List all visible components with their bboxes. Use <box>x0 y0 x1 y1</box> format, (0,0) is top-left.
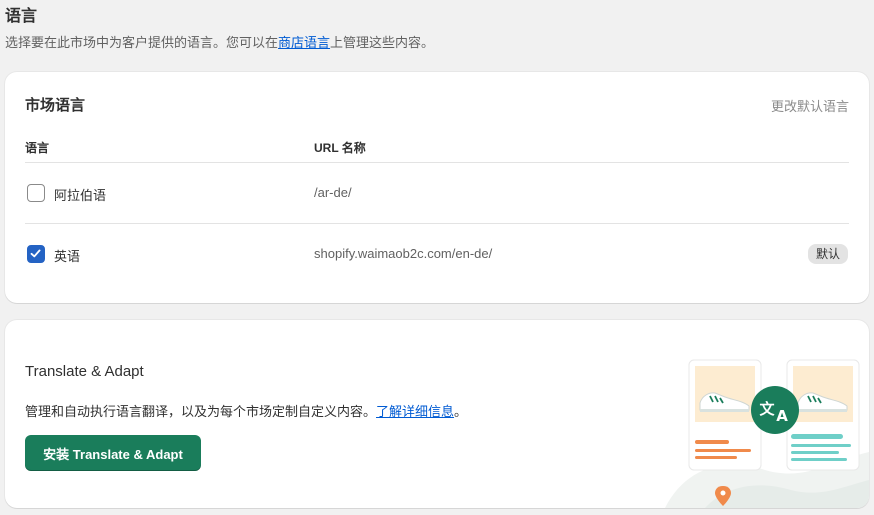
section-description: 选择要在此市场中为客户提供的语言。您可以在商店语言上管理这些内容。 <box>5 34 434 52</box>
column-header-url: URL 名称 <box>314 141 366 155</box>
checkmark-icon <box>30 249 41 258</box>
market-languages-card: 市场语言 更改默认语言 语言 URL 名称 阿拉伯语 /ar-de/ 英语 sh… <box>5 72 869 303</box>
table-row: 阿拉伯语 /ar-de/ <box>25 163 849 224</box>
translate-adapt-card: Translate & Adapt 管理和自动执行语言翻译，以及为每个市场定制自… <box>5 320 869 508</box>
language-url: shopify.waimaob2c.com/en-de/ <box>314 246 493 261</box>
install-translate-adapt-button[interactable]: 安装 Translate & Adapt <box>25 435 201 471</box>
desc-text-before: 选择要在此市场中为客户提供的语言。您可以在 <box>5 35 279 50</box>
language-checkbox-english[interactable] <box>27 245 45 263</box>
language-name: 阿拉伯语 <box>54 188 107 203</box>
translate-adapt-description: 管理和自动执行语言翻译，以及为每个市场定制自定义内容。了解详细信息。 <box>25 401 467 420</box>
translate-illustration: 文 A <box>665 359 869 508</box>
learn-more-link[interactable]: 了解详细信息 <box>376 404 454 419</box>
change-default-language-button[interactable]: 更改默认语言 <box>771 96 849 115</box>
svg-text:文: 文 <box>759 400 775 418</box>
languages-section-header: 语言 选择要在此市场中为客户提供的语言。您可以在商店语言上管理这些内容。 <box>5 6 434 52</box>
default-badge: 默认 <box>807 244 848 264</box>
store-languages-link[interactable]: 商店语言 <box>278 35 330 50</box>
column-header-language: 语言 <box>25 141 50 155</box>
market-languages-title: 市场语言 <box>25 97 86 114</box>
language-name: 英语 <box>54 249 81 264</box>
translate-icon: 文 A <box>751 386 799 434</box>
language-checkbox-arabic[interactable] <box>27 184 45 202</box>
desc-text-after: 上管理这些内容。 <box>330 35 435 50</box>
ta-desc-period: 。 <box>454 404 468 419</box>
card-header: 市场语言 更改默认语言 <box>25 94 849 116</box>
table-header: 语言 URL 名称 <box>25 138 849 163</box>
ta-desc-text: 管理和自动执行语言翻译，以及为每个市场定制自定义内容。 <box>25 404 377 419</box>
svg-text:A: A <box>776 407 788 425</box>
section-title: 语言 <box>5 8 38 25</box>
language-url: /ar-de/ <box>314 185 352 200</box>
table-row: 英语 shopify.waimaob2c.com/en-de/ 默认 <box>25 224 849 285</box>
translate-adapt-title: Translate & Adapt <box>25 363 144 380</box>
